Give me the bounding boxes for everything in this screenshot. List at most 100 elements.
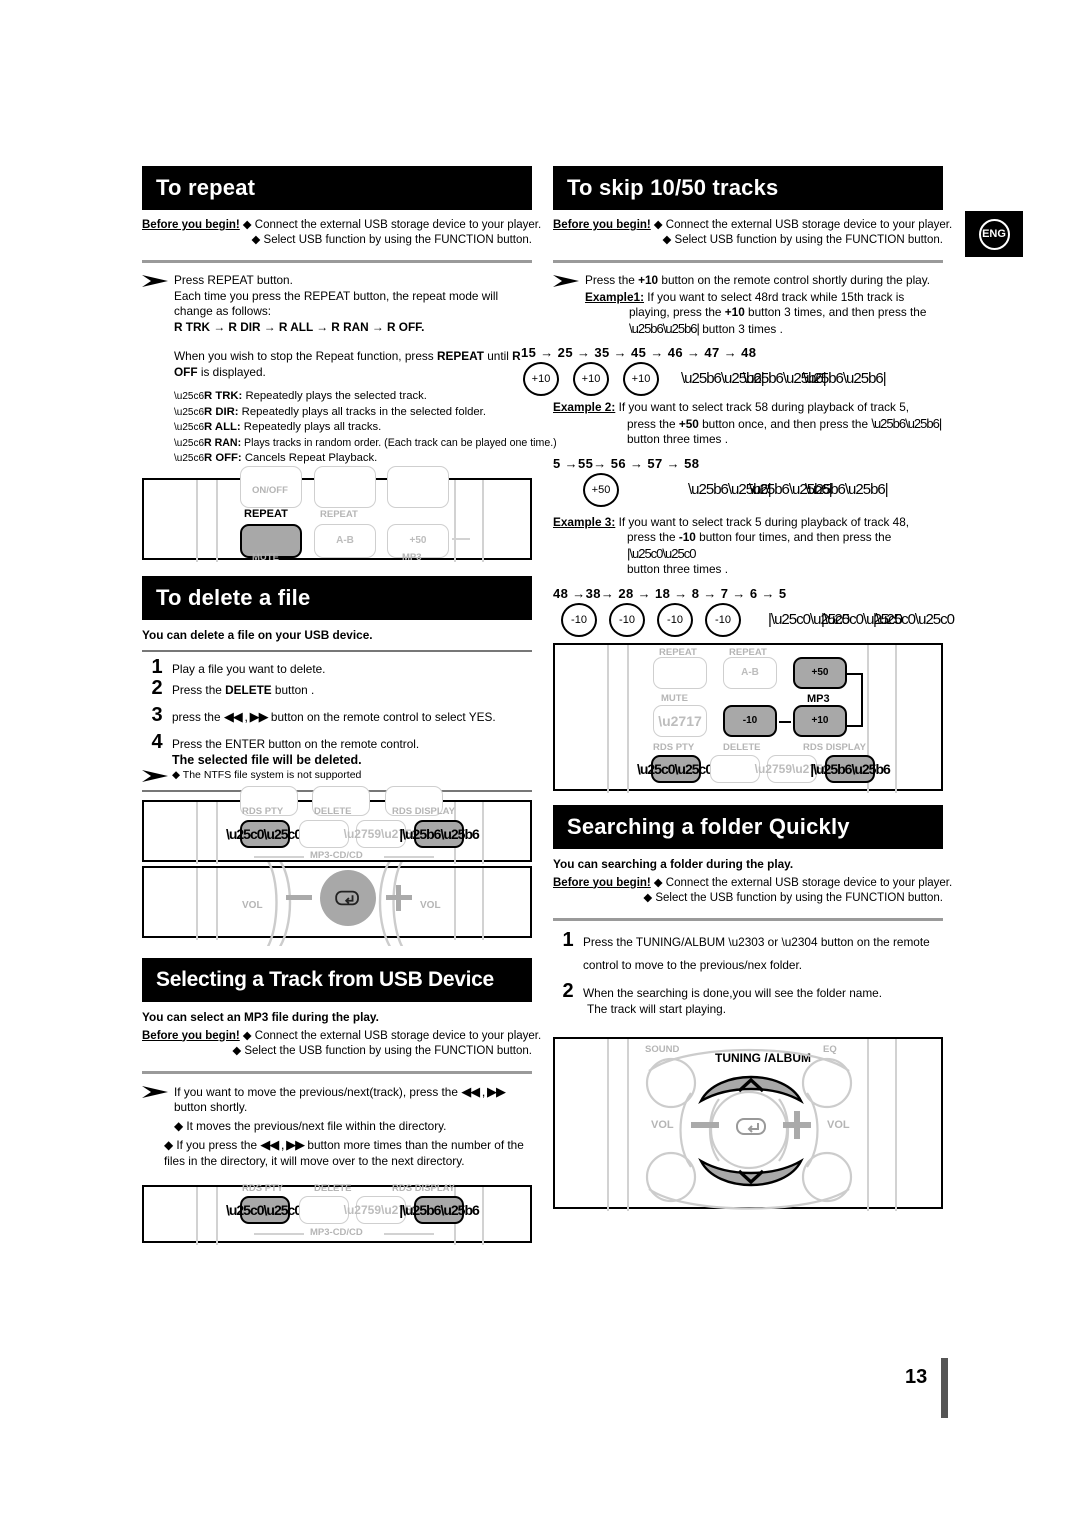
- remote-button-prev[interactable]: \u25c0\u25c0|: [226, 819, 305, 848]
- step-text: Press the DELETE button .: [172, 682, 315, 697]
- remote-button-ab[interactable]: A-B: [723, 656, 777, 689]
- before-you-begin-selecting: Before you begin! ◆ Connect the external…: [142, 1029, 541, 1059]
- list-item: \u25c6R OFF: Cancels Repeat Playback.: [174, 452, 378, 464]
- remote-label-vol-right: VOL: [420, 899, 441, 911]
- arrow-bullet-icon: [142, 769, 168, 782]
- remote-label-repeat-active: REPEAT: [244, 507, 288, 520]
- btn-minus10: -10: [561, 602, 597, 637]
- remote-button-prev[interactable]: \u25c0\u25c0|: [637, 754, 716, 783]
- repeat-mode-cycle: R TRK → R DIR → R ALL → R RAN → R OFF.: [174, 319, 425, 334]
- step-text: When the searching is done,you will see …: [583, 985, 883, 1016]
- example1-block: Example1: If you want to select 48rd tra…: [585, 289, 927, 336]
- btn-plus10: +10: [623, 362, 659, 396]
- remote-button-next[interactable]: |\u25b6\u25b6: [399, 819, 480, 848]
- before-you-begin-label: Before you begin!: [553, 876, 651, 889]
- step-number: 2: [562, 979, 574, 1002]
- selecting-bullet-1: ◆ It moves the previous/next file within…: [174, 1118, 447, 1133]
- delete-result: The selected file will be deleted.: [172, 752, 362, 767]
- step-number: 3: [151, 703, 163, 726]
- remote-label-vol-right: VOL: [827, 1118, 850, 1131]
- remote-diagram-delete-enter: VOL VOL: [142, 861, 532, 946]
- example2-sequence: 5 →55→ 56 → 57 → 58: [553, 455, 700, 471]
- before-you-begin-skip: Before you begin! ◆ Connect the external…: [553, 218, 952, 248]
- remote-diagram-delete-transport: RDS PTY DELETE RDS DISPLAY \u25c0\u25c0|…: [142, 785, 532, 864]
- remote-button-next[interactable]: |\u25b6\u25b6: [810, 754, 891, 783]
- btn-plus50: +50: [583, 472, 619, 507]
- step-number: 4: [151, 730, 163, 753]
- selecting-line1: If you want to move the previous/next(tr…: [174, 1083, 506, 1099]
- step-text: press the ◀◀ , ▶▶ button on the remote c…: [172, 708, 496, 724]
- list-item: 3 press the ◀◀ , ▶▶ button on the remote…: [142, 703, 532, 726]
- remote-button-plus50[interactable]: +50: [793, 656, 847, 689]
- searching-intro: You can searching a folder during the pl…: [553, 856, 794, 871]
- remote-label-repeat-2: REPEAT: [729, 646, 767, 658]
- section-title-selecting-track: Selecting a Track from USB Device: [142, 957, 532, 1002]
- remote-label-delete: DELETE: [314, 1183, 352, 1194]
- tuning-album-down-button[interactable]: [695, 1155, 807, 1195]
- selecting-track-instructions: If you want to move the previous/next(tr…: [142, 1084, 532, 1170]
- left-column: To repeat Before you begin! ◆ Connect th…: [142, 166, 557, 1245]
- byb-item-1: ◆ Connect the external USB storage devic…: [242, 1029, 542, 1042]
- btn-plus10: +10: [523, 362, 559, 396]
- volume-minus-icon[interactable]: [691, 1121, 719, 1128]
- enter-icon: [736, 1117, 766, 1135]
- remote-button-plus10[interactable]: +10: [793, 704, 847, 737]
- next-icon: \u25b6\u25b6|: [629, 320, 700, 336]
- remote-button-enter[interactable]: [320, 869, 376, 926]
- before-you-begin-searching: Before you begin! ◆ Connect the external…: [553, 876, 952, 906]
- remote-button-enter[interactable]: [725, 1105, 777, 1147]
- remote-label-vol-left: VOL: [651, 1118, 674, 1131]
- repeat-each-time-line: Each time you press the REPEAT button, t…: [174, 288, 499, 319]
- prev-next-icon: ◀◀ , ▶▶: [260, 1137, 305, 1152]
- remote-button-next[interactable]: |\u25b6\u25b6: [399, 1196, 480, 1224]
- remote-button-minus10[interactable]: -10: [723, 704, 777, 737]
- byb-item-2: ◆ Select the USB function by using the F…: [643, 891, 943, 904]
- example2-block: Example 2: If you want to select track 5…: [553, 400, 942, 446]
- tuning-album-up-button[interactable]: [695, 1067, 807, 1107]
- repeat-mode-list: \u25c6R TRK: Repeatedly plays the select…: [174, 389, 557, 467]
- step-text: Play a file you want to delete.: [172, 661, 326, 676]
- remote-label-mp3: MP3: [807, 692, 830, 705]
- remote-label-rdspty: RDS PTY: [242, 1183, 284, 1194]
- list-item: 2 When the searching is done,you will se…: [553, 979, 943, 1017]
- list-item: 1 Play a file you want to delete.: [142, 655, 532, 678]
- byb-item-2: ◆ Select USB function by using the FUNCT…: [251, 234, 533, 246]
- next-icon: \u25b6\u25b6|: [805, 480, 889, 498]
- byb-item-1: ◆ Connect the external USB storage devic…: [653, 876, 953, 889]
- remote-button-repeat[interactable]: [653, 656, 707, 689]
- btn-minus10: -10: [657, 602, 693, 637]
- divider: [142, 260, 532, 263]
- volume-minus-icon[interactable]: [286, 894, 312, 900]
- list-item: \u25c6R DIR: Repeatedly plays all tracks…: [174, 405, 486, 418]
- remote-button-prev[interactable]: \u25c0\u25c0|: [226, 1196, 305, 1224]
- delete-note-text: ◆ The NTFS file system is not supported: [172, 768, 362, 781]
- remote-button-mute[interactable]: \u2717: [653, 704, 707, 737]
- before-you-begin-repeat: Before you begin! ◆ Connect the external…: [142, 218, 541, 248]
- chevron-up-icon: \u2303: [728, 934, 765, 949]
- remote-label-delete: DELETE: [723, 741, 761, 753]
- divider: [142, 649, 532, 652]
- before-you-begin-label: Before you begin!: [142, 219, 240, 231]
- delete-steps: 1 Play a file you want to delete. 2 Pres…: [142, 655, 532, 768]
- step-number: 1: [151, 655, 163, 678]
- remote-button-ab[interactable]: A-B: [314, 523, 376, 558]
- remote-button-delete[interactable]: [710, 754, 760, 783]
- prev-icon: |\u25c0\u25c0: [873, 610, 955, 628]
- next-icon: \u25b6\u25b6|: [871, 415, 942, 431]
- list-item: 2 Press the DELETE button .: [142, 678, 532, 698]
- skip-instructions: Press the +10 button on the remote contr…: [553, 273, 943, 337]
- byb-item-1: ◆ Connect the external USB storage devic…: [242, 219, 542, 231]
- btn-plus10: +10: [573, 362, 609, 396]
- page-number: 13: [905, 1366, 928, 1388]
- prev-next-icon: ◀◀ , ▶▶: [223, 708, 269, 724]
- example2-label: Example 2:: [553, 400, 616, 414]
- right-column: To skip 10/50 tracks Before you begin! ◆…: [521, 166, 955, 1211]
- remote-button-delete[interactable]: [299, 819, 349, 848]
- remote-button-delete[interactable]: [299, 1196, 349, 1224]
- delete-intro: You can delete a file on your USB device…: [142, 627, 373, 642]
- byb-item-2: ◆ Select USB function by using the FUNCT…: [662, 234, 944, 246]
- remote-label-rdsdisplay: RDS DISPLAY: [392, 1183, 455, 1194]
- remote-label-mp3cdcd: MP3-CD/CD: [310, 1227, 363, 1238]
- next-icon: \u25b6\u25b6|: [803, 370, 887, 387]
- remote-diagram-tuning-album: SOUND TUNING /ALBUM EQ VOL VOL: [553, 1036, 943, 1211]
